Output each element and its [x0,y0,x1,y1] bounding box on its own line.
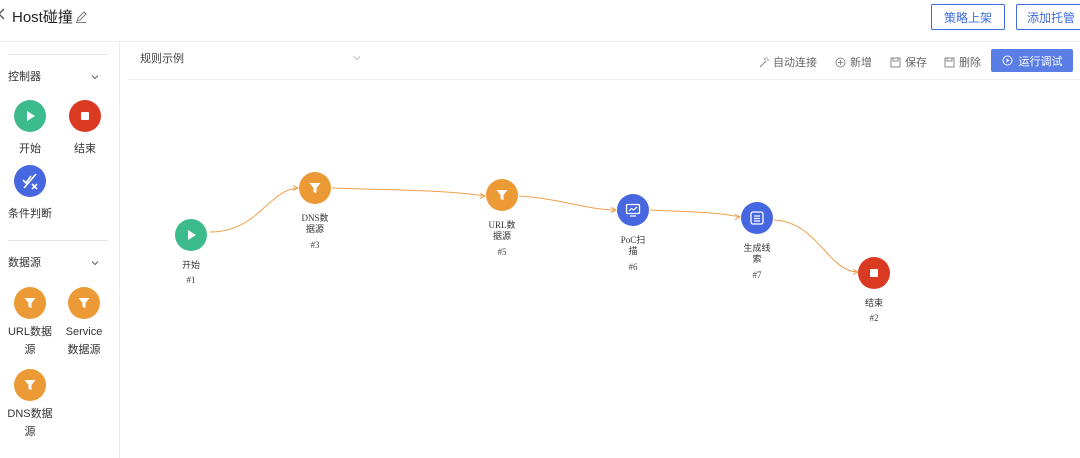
flow-node-poc-scan[interactable]: PoC扫 描 #6 [603,194,663,273]
funnel-icon [14,287,46,319]
chevron-down-icon[interactable] [90,69,100,80]
play-icon [175,219,207,251]
node-id: #1 [186,275,196,285]
divider [8,54,108,55]
add-hosting-button[interactable]: 添加托管 [1016,4,1080,30]
node-label: 生成线 索 [743,243,771,264]
funnel-icon [68,287,100,319]
flow-editor: 规则示例 自动连接 新增 保存 删除 运行调试 开始 #1 DNS数 据源 #3… [128,42,1080,458]
node-id: #6 [628,262,638,272]
play-icon [14,100,46,132]
tool-dns-datasource[interactable]: DNS数据 源 [2,369,58,441]
tool-url-datasource[interactable]: URL数据 源 [2,287,58,359]
back-icon[interactable] [0,7,8,23]
node-label: 结束 [864,298,883,308]
monitor-icon [617,194,649,226]
divider [8,240,108,241]
funnel-icon [486,179,518,211]
stop-icon [858,257,890,289]
tool-label: 结束 [74,143,96,155]
tool-end[interactable]: 结束 [57,100,113,158]
stop-icon [69,100,101,132]
tool-label: Service 数据源 [65,326,103,356]
page-title: Host碰撞 [12,9,73,26]
edit-icon[interactable] [74,10,88,24]
funnel-icon [14,369,46,401]
flow-node-start[interactable]: 开始 #1 [161,219,221,286]
funnel-icon [299,172,331,204]
edge-3-5[interactable] [331,187,486,197]
tool-label: 开始 [19,143,41,155]
top-bar: Host碰撞 策略上架 添加托管 [0,0,1080,42]
node-id: #7 [752,270,762,280]
tool-start[interactable]: 开始 [2,100,58,158]
node-label: DNS数 据源 [301,213,329,234]
tool-condition[interactable]: 条件判断 [2,165,58,223]
section-title-controllers[interactable]: 控制器 [8,68,41,84]
flow-node-url-datasource[interactable]: URL数 据源 #5 [472,179,532,258]
node-label: URL数 据源 [488,220,516,241]
section-title-datasources[interactable]: 数据源 [8,254,41,270]
list-icon [741,202,773,234]
publish-strategy-button[interactable]: 策略上架 [931,4,1005,30]
flow-node-end[interactable]: 结束 #2 [844,257,904,324]
component-sidebar: 控制器 开始 结束 条件判断 数据源 URL数据 源 Service 数据源 D… [0,42,120,458]
flow-node-generate-clue[interactable]: 生成线 索 #7 [727,202,787,281]
node-id: #2 [869,313,879,323]
tool-label: DNS数据 源 [7,408,53,438]
tool-label: URL数据 源 [7,326,52,356]
tool-service-datasource[interactable]: Service 数据源 [56,287,112,359]
edge-5-6[interactable] [518,195,617,211]
tool-label: 条件判断 [8,208,52,220]
node-id: #3 [310,240,320,250]
flow-node-dns-datasource[interactable]: DNS数 据源 #3 [285,172,345,251]
chevron-down-icon[interactable] [90,255,100,266]
condition-icon [14,165,46,197]
node-id: #5 [497,247,507,257]
node-label: 开始 [181,260,200,270]
node-label: PoC扫 描 [620,235,646,256]
